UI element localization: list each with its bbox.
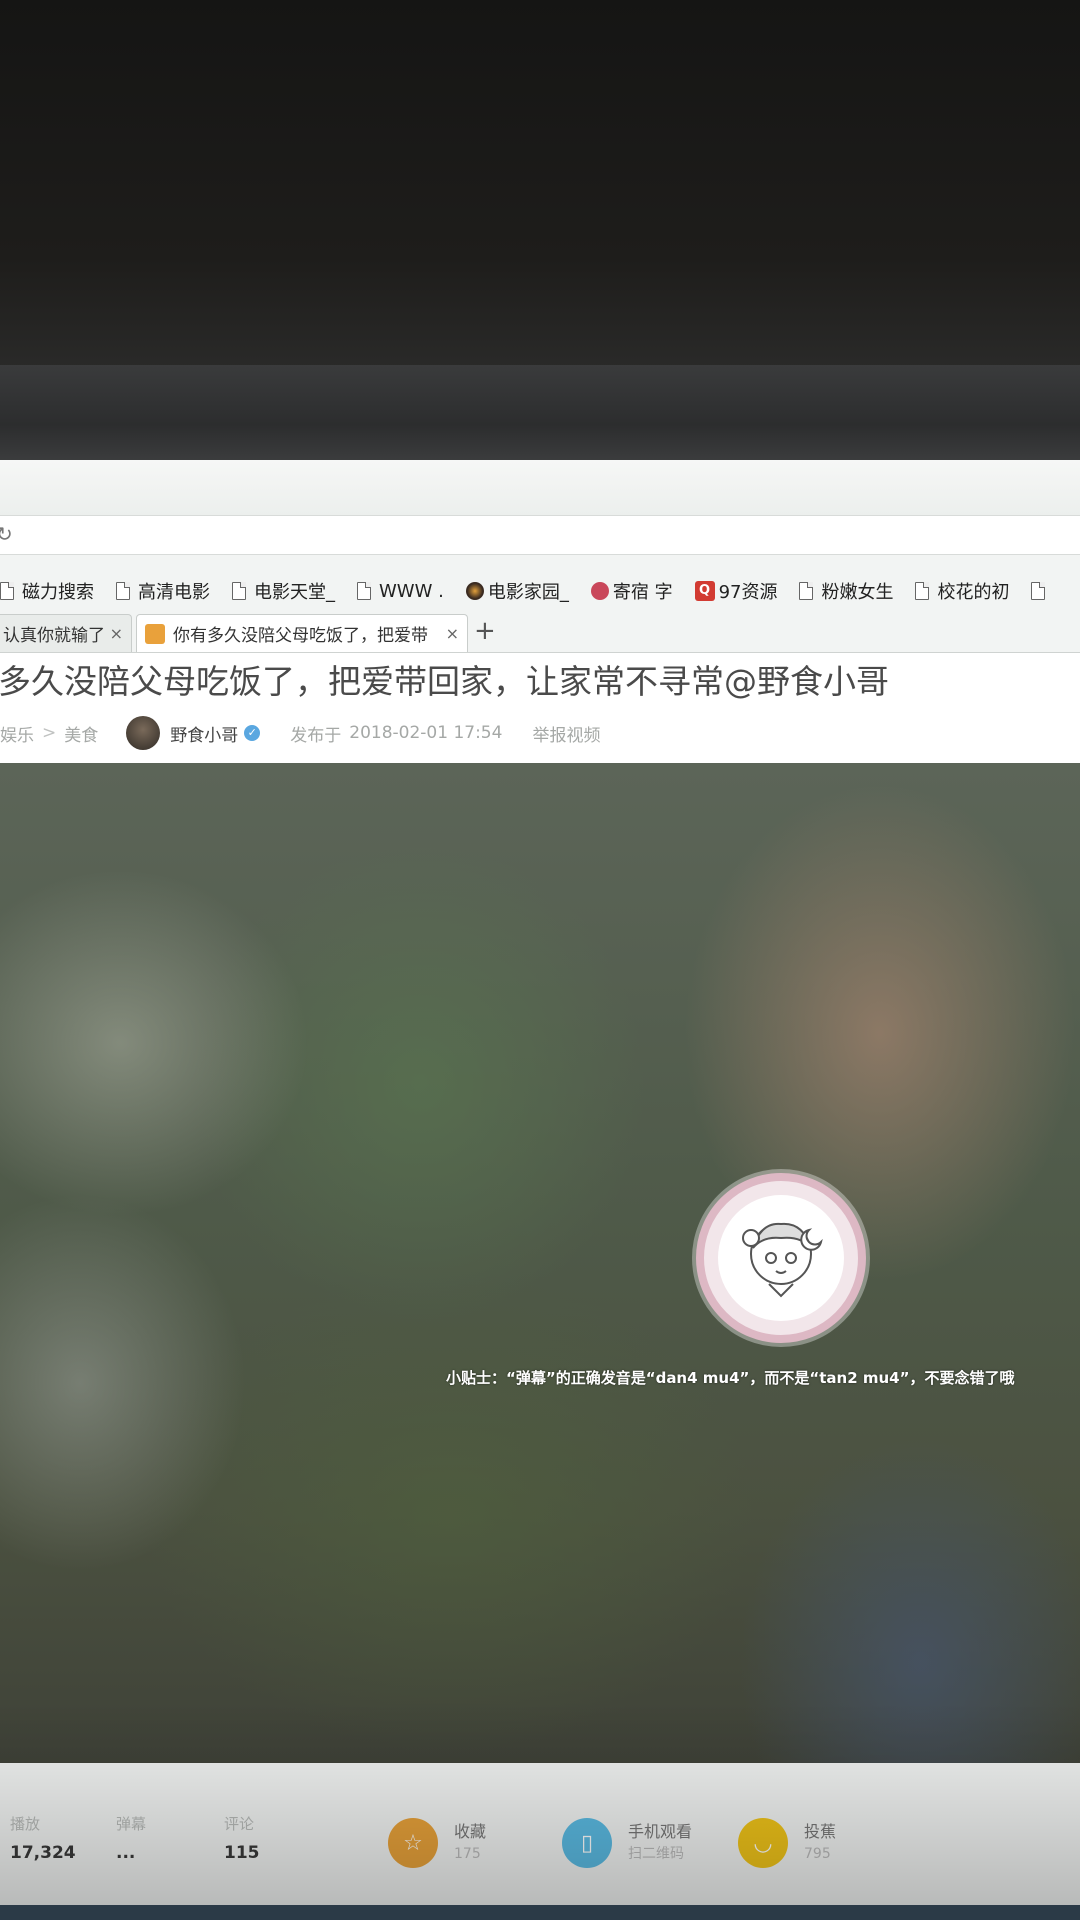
tab-title: 你有多久没陪父母吃饭了，把爱带 bbox=[173, 626, 428, 646]
stat-danmaku: 弹幕 ... bbox=[116, 1813, 146, 1863]
close-icon[interactable]: × bbox=[446, 624, 459, 643]
jisu-icon bbox=[590, 582, 609, 600]
stat-value: ... bbox=[116, 1843, 136, 1863]
bookmark-0[interactable]: 磁力搜索 bbox=[0, 578, 94, 604]
favorite-button[interactable]: ☆ 收藏 175 bbox=[388, 1818, 486, 1868]
report-video-link[interactable]: 举报视频 bbox=[532, 721, 600, 746]
action-sub: 175 bbox=[454, 1846, 481, 1862]
bookmark-label: 校花的初 bbox=[937, 582, 1010, 603]
video-player[interactable]: 小贴士：“弹幕”的正确发音是“dan4 mu4”，而不是“tan2 mu4”，不… bbox=[0, 763, 1080, 1763]
page-icon bbox=[232, 582, 246, 600]
stat-value: 115 bbox=[224, 1843, 260, 1863]
bookmark-1[interactable]: 高清电影 bbox=[116, 578, 210, 604]
published-label: 发布于 bbox=[290, 725, 342, 746]
stat-label: 播放 bbox=[10, 1815, 41, 1833]
breadcrumb-subcategory[interactable]: 美食 bbox=[64, 721, 98, 746]
stat-label: 弹幕 bbox=[116, 1815, 147, 1833]
mascot-icon bbox=[718, 1195, 844, 1321]
verified-icon: ✓ bbox=[244, 725, 261, 741]
taskbar-edge bbox=[0, 1905, 1080, 1920]
bookmark-label: 高清电影 bbox=[138, 582, 210, 603]
bookmark-label: 97资源 bbox=[718, 582, 778, 603]
monitor-screen: ↻ 磁力搜索 高清电影 电影天堂_ WWW . 电影家园_ 寄宿 字 Q 97资… bbox=[0, 460, 1080, 1920]
bookmark-6[interactable]: Q 97资源 bbox=[694, 578, 778, 604]
player-tip: 小贴士：“弹幕”的正确发音是“dan4 mu4”，而不是“tan2 mu4”，不… bbox=[446, 1369, 1015, 1387]
reload-icon[interactable]: ↻ bbox=[0, 522, 13, 546]
video-meta: 娱乐 > 美食 野食小哥 ✓ 发布于 2018-02-01 17:54 举报视频 bbox=[0, 713, 1080, 753]
stat-value: 17,324 bbox=[10, 1843, 76, 1863]
page-icon bbox=[116, 582, 130, 600]
bookmark-2[interactable]: 电影天堂_ bbox=[232, 578, 335, 604]
banana-icon: ◡ bbox=[738, 1818, 788, 1868]
stat-label: 评论 bbox=[224, 1815, 255, 1833]
page-icon bbox=[799, 582, 814, 600]
avatar[interactable] bbox=[126, 716, 161, 750]
monitor-bezel bbox=[0, 365, 1080, 465]
bookmark-label: 电影家园_ bbox=[487, 582, 569, 603]
background-room bbox=[0, 0, 1080, 370]
video-title: 多久没陪父母吃饭了，把爱带回家，让家常不寻常@野食小哥 bbox=[0, 662, 889, 701]
star-icon: ☆ bbox=[388, 1818, 438, 1868]
bookmark-label: 寄宿 字 bbox=[612, 582, 673, 603]
stat-plays: 播放 17,324 bbox=[10, 1813, 76, 1863]
loading-mascot bbox=[696, 1173, 866, 1343]
bookmark-label: WWW . bbox=[379, 580, 444, 602]
bookmark-label: 粉嫩女生 bbox=[821, 582, 894, 603]
published-date: 2018-02-01 17:54 bbox=[349, 723, 503, 743]
bookmark-label: 电影天堂_ bbox=[254, 582, 335, 603]
bookmark-3[interactable]: WWW . bbox=[357, 581, 444, 602]
address-bar[interactable]: ↻ bbox=[0, 515, 1080, 555]
breadcrumb-separator: > bbox=[42, 723, 57, 743]
q-icon: Q bbox=[694, 581, 715, 601]
bookmark-8[interactable]: 校花的初 bbox=[915, 578, 1009, 604]
author-name[interactable]: 野食小哥 bbox=[170, 721, 238, 746]
bookmark-7[interactable]: 粉嫩女生 bbox=[799, 578, 893, 604]
bookmark-label: 磁力搜索 bbox=[22, 582, 94, 603]
mobile-watch-button[interactable]: ▯ 手机观看扫二维码 bbox=[562, 1818, 692, 1868]
tab-strip: 认真你就输了 × 你有多久没陪父母吃饭了，把爱带 × + bbox=[0, 612, 1080, 653]
breadcrumb-category[interactable]: 娱乐 bbox=[0, 721, 34, 746]
video-stats-bar: 播放 17,324 弹幕 ... 评论 115 ☆ 收藏 175 ▯ 手机观看扫二… bbox=[0, 1763, 1080, 1920]
page-icon bbox=[0, 582, 14, 600]
film-home-icon bbox=[465, 582, 484, 600]
site-favicon-icon bbox=[145, 623, 165, 644]
bookmark-4[interactable]: 电影家园_ bbox=[465, 578, 569, 604]
action-label: 投蕉 bbox=[804, 1822, 837, 1841]
banana-button[interactable]: ◡ 投蕉 795 bbox=[738, 1818, 836, 1868]
bookmark-5[interactable]: 寄宿 字 bbox=[590, 578, 673, 604]
action-sub: 扫二维码 bbox=[628, 1846, 684, 1862]
close-icon[interactable]: × bbox=[110, 624, 123, 643]
tab-title: 认真你就输了 bbox=[3, 626, 104, 646]
tab-1[interactable]: 你有多久没陪父母吃饭了，把爱带 × bbox=[136, 614, 468, 652]
page-icon bbox=[357, 582, 371, 600]
page-content: 多久没陪父母吃饭了，把爱带回家，让家常不寻常@野食小哥 娱乐 > 美食 野食小哥… bbox=[0, 653, 1080, 1920]
page-icon bbox=[915, 582, 930, 600]
tab-0[interactable]: 认真你就输了 × bbox=[0, 614, 132, 652]
browser-toolbar bbox=[0, 460, 1080, 515]
phone-icon: ▯ bbox=[562, 1818, 612, 1868]
action-sub: 795 bbox=[804, 1846, 831, 1862]
bookmark-9[interactable] bbox=[1031, 582, 1053, 600]
new-tab-button[interactable]: + bbox=[474, 616, 496, 646]
bookmarks-bar: 磁力搜索 高清电影 电影天堂_ WWW . 电影家园_ 寄宿 字 Q 97资源 bbox=[0, 570, 1080, 612]
stat-comments: 评论 115 bbox=[224, 1813, 260, 1863]
page-icon bbox=[1031, 582, 1046, 600]
action-label: 手机观看 bbox=[628, 1822, 693, 1841]
action-label: 收藏 bbox=[454, 1822, 487, 1841]
